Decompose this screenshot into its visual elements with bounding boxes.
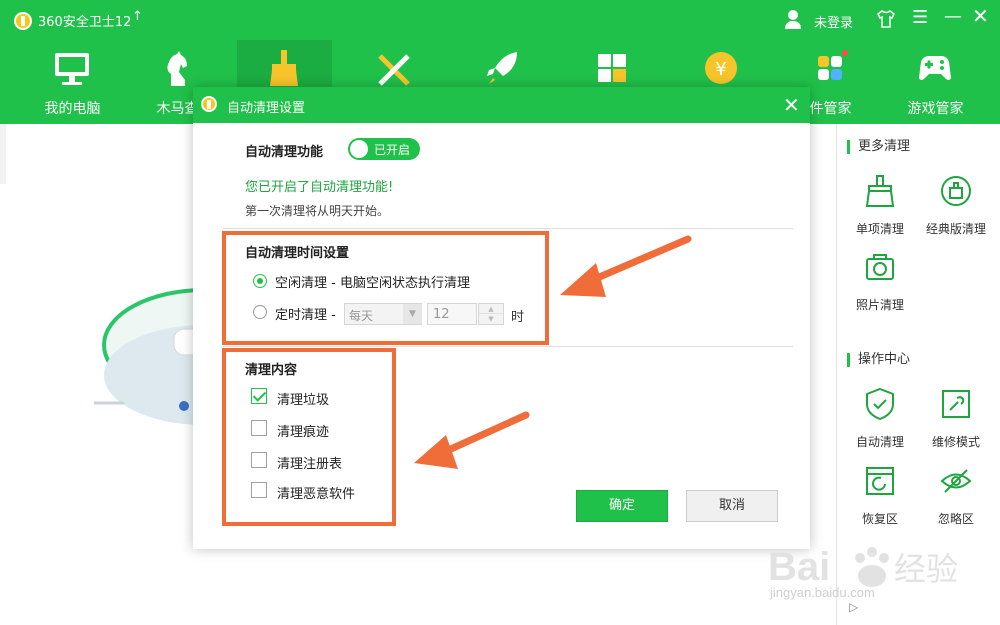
toggle-state-text: 已开启 [374, 143, 411, 157]
auto-clean-toggle[interactable]: 已开启 [348, 138, 420, 160]
dialog-title: 自动清理设置 [227, 101, 306, 116]
baidu-watermark-url: jingyan.baidu.com [770, 585, 875, 600]
apps-icon [598, 54, 626, 82]
cancel-button[interactable]: 取消 [686, 490, 778, 522]
computer-icon [55, 53, 89, 85]
shield-check-icon [866, 387, 894, 421]
toggle-knob [350, 140, 368, 158]
ignore-area-item[interactable]: 忽略区 [921, 464, 991, 527]
svg-text:经验: 经验 [894, 550, 958, 588]
dialog-header: 自动清理设置 ✕ [193, 87, 810, 123]
enabled-message: 您已开启了自动清理功能! [245, 180, 394, 195]
left-edge-bar [0, 124, 6, 184]
svg-text:Bai: Bai [768, 545, 830, 589]
classic-clean-icon [941, 176, 971, 206]
restore-icon [866, 467, 894, 495]
rp-label: 照片清理 [855, 298, 904, 312]
shirt-skin-icon[interactable] [876, 9, 896, 29]
login-link[interactable]: 未登录 [814, 12, 853, 31]
rp-label: 自动清理 [855, 435, 904, 449]
dialog-logo-icon [201, 96, 217, 112]
auto-clean-item[interactable]: 自动清理 [845, 387, 915, 450]
ok-button[interactable]: 确定 [576, 490, 668, 522]
robot-vacuum-illustration [94, 288, 204, 425]
classic-clean-item[interactable]: 经典版清理 [921, 174, 991, 237]
nav-label: 我的电脑 [44, 101, 101, 117]
repair-mode-item[interactable]: 维修模式 [921, 387, 991, 450]
auto-clean-function-label: 自动清理功能 [245, 145, 324, 160]
close-window-button[interactable]: ✕ [972, 4, 989, 28]
app-logo-icon [14, 12, 32, 30]
rocket-icon [487, 52, 517, 84]
software-manager-icon [818, 50, 848, 80]
wrench-icon [942, 390, 970, 418]
nav-item-game-manager[interactable]: 游戏管家 [888, 40, 983, 124]
ops-center-heading: 操作中心 [847, 353, 910, 367]
photo-clean-item[interactable]: 照片清理 [845, 250, 915, 313]
restore-area-item[interactable]: 恢复区 [845, 464, 915, 527]
title-bar: 360安全卫士12 ↑ 未登录 ☰ — ✕ [0, 0, 1000, 40]
single-clean-item[interactable]: 单项清理 [845, 174, 915, 237]
trojan-horse-icon [167, 51, 187, 86]
rp-label: 维修模式 [931, 435, 980, 449]
first-clean-message: 第一次清理将从明天开始。 [245, 204, 390, 218]
annotation-arrow-2 [414, 411, 530, 469]
more-clean-heading: 更多清理 [847, 140, 910, 154]
coin-icon: ¥ [705, 52, 737, 84]
broom-icon [270, 50, 298, 86]
tools-icon [378, 54, 410, 86]
user-icon[interactable] [784, 9, 802, 29]
minimize-button[interactable]: — [944, 6, 962, 27]
nav-label: 游戏管家 [907, 101, 964, 117]
annotation-arrow-1 [560, 235, 692, 297]
ignore-eye-icon [940, 469, 972, 493]
camera-icon [866, 254, 894, 280]
nav-item-my-computer[interactable]: 我的电脑 [25, 40, 120, 124]
rp-label: 单项清理 [855, 222, 904, 236]
app-title: 360安全卫士12 [38, 15, 132, 30]
annotation-box-clean-content [222, 348, 396, 526]
dialog-close-button[interactable]: ✕ [783, 93, 800, 117]
rp-label: 经典版清理 [925, 222, 986, 236]
upgrade-arrow-icon[interactable]: ↑ [132, 9, 143, 24]
svg-text:¥: ¥ [715, 59, 726, 80]
broom-icon [865, 175, 895, 207]
menu-icon[interactable]: ☰ [912, 7, 928, 28]
gamepad-icon [919, 56, 951, 80]
annotation-arrows [414, 235, 692, 469]
